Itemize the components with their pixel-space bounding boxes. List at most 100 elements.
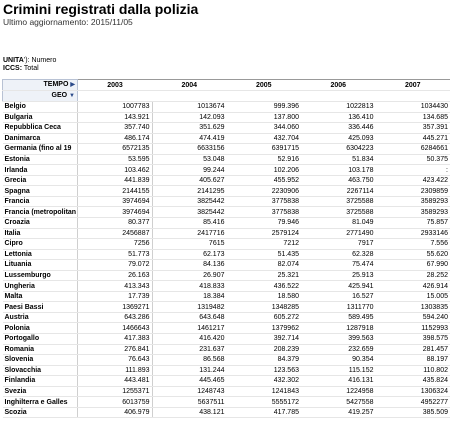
value-cell: 3825442 bbox=[152, 196, 227, 208]
country-cell: Italia bbox=[2, 228, 78, 240]
value-cell: 62.328 bbox=[301, 249, 376, 261]
value-cell: 2579124 bbox=[226, 228, 301, 240]
value-cell: 123.563 bbox=[226, 365, 301, 377]
country-cell: Spagna bbox=[2, 185, 78, 197]
value-cell: 25.321 bbox=[226, 270, 301, 282]
iccs-line: ICCS: Total bbox=[3, 65, 39, 73]
header-spacer bbox=[226, 90, 301, 102]
header-spacer bbox=[301, 90, 376, 102]
value-cell: 399.563 bbox=[301, 333, 376, 345]
value-cell: 438.121 bbox=[152, 407, 227, 419]
table-row: Scozia 406.979 438.121 417.785 419.257 385.50… bbox=[2, 407, 450, 419]
country-cell: Croazia bbox=[2, 217, 78, 229]
value-cell: 3825442 bbox=[152, 206, 227, 218]
table-row: Portogallo 417.383 416.420 392.714 399.563 39… bbox=[2, 333, 450, 345]
value-cell: 2456887 bbox=[77, 228, 153, 240]
header-spacer bbox=[152, 90, 227, 102]
value-cell: 232.659 bbox=[301, 344, 376, 356]
value-cell: 999.396 bbox=[226, 101, 301, 113]
table-row: Bulgaria 143.921 142.093 137.800 136.410 134.… bbox=[2, 112, 450, 124]
value-cell: 17.739 bbox=[77, 291, 153, 303]
value-cell: 344.060 bbox=[226, 122, 301, 134]
value-cell: 351.629 bbox=[152, 122, 227, 134]
country-cell: Scozia bbox=[2, 407, 78, 419]
value-cell: 115.152 bbox=[301, 365, 376, 377]
country-cell: Paesi Bassi bbox=[2, 301, 78, 313]
value-cell: 62.173 bbox=[152, 249, 227, 261]
value-cell: 103.178 bbox=[301, 164, 376, 176]
value-cell: 111.893 bbox=[77, 365, 153, 377]
value-cell: 7.556 bbox=[375, 238, 450, 250]
value-cell: 416.420 bbox=[152, 333, 227, 345]
value-cell: 486.174 bbox=[77, 133, 153, 145]
last-update-text: Ultimo aggiornamento: 2015/11/05 bbox=[3, 17, 133, 27]
value-cell: 357.391 bbox=[375, 122, 450, 134]
value-cell: 474.419 bbox=[152, 133, 227, 145]
value-cell: 3974694 bbox=[77, 196, 153, 208]
value-cell: 435.824 bbox=[375, 375, 450, 387]
country-cell: Lussemburgo bbox=[2, 270, 78, 282]
time-dimension-header[interactable]: TEMPO ▶ bbox=[2, 79, 78, 91]
value-cell: 1287918 bbox=[301, 322, 376, 335]
unit-value: Numero bbox=[31, 57, 57, 64]
value-cell: 605.272 bbox=[226, 312, 301, 324]
value-cell: 463.750 bbox=[301, 175, 376, 187]
value-cell: 398.575 bbox=[375, 333, 450, 345]
value-cell: 594.240 bbox=[375, 312, 450, 324]
geo-label: GEO bbox=[51, 92, 68, 99]
country-cell: Grecia bbox=[2, 175, 78, 187]
value-cell: 336.446 bbox=[301, 122, 376, 134]
value-cell: 425.941 bbox=[301, 280, 376, 292]
value-cell: 423.422 bbox=[375, 175, 450, 187]
value-cell: 643.648 bbox=[152, 312, 227, 324]
value-cell: 7917 bbox=[301, 238, 376, 250]
country-cell: Austria bbox=[2, 312, 78, 324]
country-cell: Svezia bbox=[2, 386, 78, 398]
table-row: Spagna 2144155 2141295 2230906 2267114 230985… bbox=[2, 185, 450, 197]
country-cell: Polonia bbox=[2, 322, 78, 335]
value-cell: 79.072 bbox=[77, 259, 153, 271]
value-cell: 2933146 bbox=[375, 228, 450, 240]
value-cell: 1034430 bbox=[375, 101, 450, 113]
year-header: 2004 bbox=[152, 79, 227, 91]
value-cell: 82.074 bbox=[226, 259, 301, 271]
value-cell: 6391715 bbox=[226, 143, 301, 155]
value-cell: 90.354 bbox=[301, 354, 376, 366]
value-cell: 5427558 bbox=[301, 396, 376, 408]
value-cell: 55.620 bbox=[375, 249, 450, 261]
value-cell: 110.802 bbox=[375, 365, 450, 377]
value-cell: 208.239 bbox=[226, 344, 301, 356]
value-cell: 589.495 bbox=[301, 312, 376, 324]
geo-dimension-header[interactable]: GEO ▼ bbox=[2, 90, 78, 102]
table-row: Irlanda 103.462 99.244 102.206 103.178: bbox=[2, 164, 450, 176]
value-cell: 1303835 bbox=[375, 301, 450, 313]
value-cell: 6572135 bbox=[77, 143, 153, 155]
country-cell: Lettonia bbox=[2, 249, 78, 261]
table-row: Francia 3974694 3825442 3775838 3725588 35892… bbox=[2, 196, 450, 208]
value-cell: 417.383 bbox=[77, 333, 153, 345]
table-row: Svezia 1255371 1248743 1241843 1224958 130632… bbox=[2, 386, 450, 398]
value-cell: 3589293 bbox=[375, 206, 450, 218]
arrow-right-icon[interactable]: ▶ bbox=[70, 82, 75, 88]
value-cell: 16.527 bbox=[301, 291, 376, 303]
value-cell: 1348285 bbox=[226, 301, 301, 313]
value-cell: 7212 bbox=[226, 238, 301, 250]
value-cell: 51.773 bbox=[77, 249, 153, 261]
value-cell: 426.914 bbox=[375, 280, 450, 292]
iccs-label: ICCS: bbox=[3, 65, 23, 72]
value-cell: 1311770 bbox=[301, 301, 376, 313]
header-spacer bbox=[77, 90, 152, 102]
value-cell: 75.857 bbox=[375, 217, 450, 229]
arrow-down-icon[interactable]: ▼ bbox=[69, 93, 75, 99]
value-cell: 76.643 bbox=[77, 354, 153, 366]
value-cell: 1461217 bbox=[152, 322, 227, 335]
year-header: 2003 bbox=[77, 79, 152, 91]
value-cell: 102.206 bbox=[226, 164, 301, 176]
value-cell: 413.343 bbox=[77, 280, 153, 292]
value-cell: 5637511 bbox=[152, 396, 227, 408]
table-row: Romania 276.841 231.637 208.239 232.659 281.4… bbox=[2, 344, 450, 356]
value-cell: 3725588 bbox=[301, 196, 376, 208]
value-cell: 1369271 bbox=[77, 301, 153, 313]
value-cell: 3725588 bbox=[301, 206, 376, 218]
value-cell: 357.740 bbox=[77, 122, 153, 134]
